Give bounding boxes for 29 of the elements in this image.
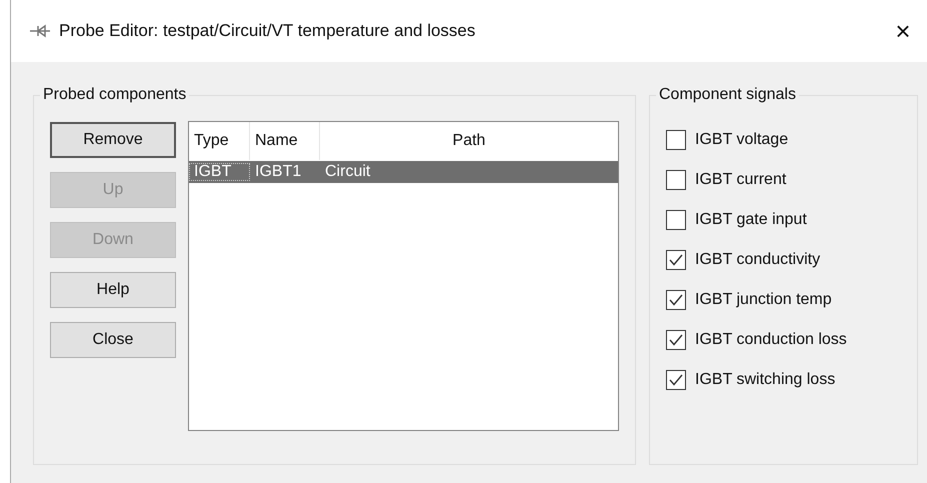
checkbox[interactable] — [666, 330, 686, 350]
checkbox[interactable] — [666, 290, 686, 310]
checkbox[interactable] — [666, 130, 686, 150]
probe-icon — [29, 24, 51, 38]
table-cell-text: IGBT1 — [254, 163, 302, 181]
checkbox[interactable] — [666, 210, 686, 230]
table-cell-text: Circuit — [324, 163, 372, 181]
action-button[interactable]: Remove — [50, 122, 176, 158]
checkbox-label: IGBT conduction loss — [695, 331, 847, 349]
action-button[interactable]: Close — [50, 322, 176, 358]
group-title: Probed components — [40, 85, 190, 105]
table-cell: IGBT — [189, 163, 250, 181]
window-title: Probe Editor: testpat/Circuit/VT temperature and losses — [59, 21, 476, 41]
table-row[interactable]: IGBT IGBT1 Circuit — [189, 161, 618, 183]
action-button[interactable]: Help — [50, 272, 176, 308]
group-title: Component signals — [656, 85, 799, 105]
checkbox-label: IGBT conductivity — [695, 251, 820, 269]
checkbox[interactable] — [666, 170, 686, 190]
column-header[interactable]: Path — [320, 122, 618, 160]
checkbox-label: IGBT voltage — [695, 131, 788, 149]
checkbox[interactable] — [666, 370, 686, 390]
checkbox-label: IGBT gate input — [695, 211, 807, 229]
close-button[interactable]: × — [883, 16, 927, 46]
checkbox-label: IGBT switching loss — [695, 371, 836, 389]
column-header[interactable]: Name — [250, 122, 320, 160]
checkbox-label: IGBT current — [695, 171, 786, 189]
column-header[interactable]: Type — [189, 122, 250, 160]
checkbox[interactable] — [666, 250, 686, 270]
checkbox-label: IGBT junction temp — [695, 291, 832, 309]
